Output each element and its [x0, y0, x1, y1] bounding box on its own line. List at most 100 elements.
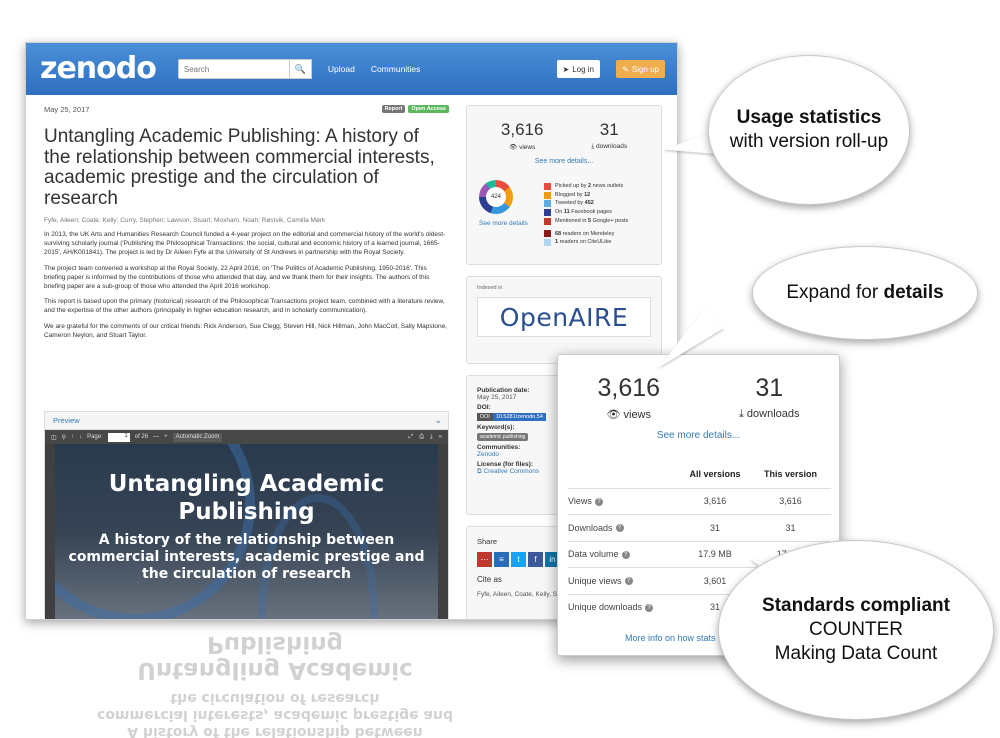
- standards-callout: Standards compliant COUNTER Making Data …: [718, 540, 994, 720]
- signup-button[interactable]: ✎ Sign up: [616, 60, 665, 78]
- record-title: Untangling Academic Publishing: A histor…: [44, 126, 435, 209]
- description-paragraph: In 2013, the UK Arts and Humanities Rese…: [44, 231, 446, 257]
- download-icon[interactable]: ⤓: [430, 434, 433, 441]
- tools-icon[interactable]: »: [439, 434, 442, 441]
- see-more-details-link[interactable]: See more details...: [477, 158, 651, 165]
- description-paragraph: We are grateful for the comments of our …: [44, 322, 448, 339]
- views-label-row: 👁 views: [501, 143, 544, 151]
- altmetric-text: Blogged by 12: [555, 191, 591, 198]
- openaire-logo[interactable]: OpenAIRE: [477, 297, 651, 337]
- license-text: Creative Commons: [483, 468, 540, 475]
- nav-communities[interactable]: Communities: [371, 64, 421, 74]
- altmetric-row: Picked up by 2 news outlets: [544, 182, 628, 191]
- prev-page-icon[interactable]: ↑: [71, 434, 74, 440]
- chevron-down-icon[interactable]: ⌄: [434, 415, 442, 426]
- altmetric-row: On 11 Facebook pages: [544, 208, 628, 217]
- record-authors: Fyfe, Aileen; Coate, Kelly; Curry, Steph…: [44, 217, 326, 224]
- callout-emphasis: details: [883, 282, 944, 303]
- pdf-toolbar-right: ⤢ ⎙ ⤓ »: [408, 434, 442, 441]
- zoom-out-icon[interactable]: —: [153, 434, 159, 440]
- pdf-toolbar: ◫ ⚲ ↑ ↓ Page: 1 of 26 — + Automatic Zoom…: [45, 430, 448, 444]
- page-number-input[interactable]: 1: [107, 432, 130, 442]
- row-label-cell: Views?: [568, 496, 680, 506]
- preview-label: Preview: [53, 416, 80, 425]
- altmetric-text: Mentioned in 5 Google+ posts: [555, 217, 629, 224]
- search-button[interactable]: 🔍: [289, 59, 312, 79]
- expand-details-callout: Expand for details: [752, 246, 978, 340]
- record-badges: Report Open Access: [381, 105, 449, 113]
- record-main: May 25, 2017 Report Open Access Untangli…: [44, 105, 449, 619]
- altmetric-row: 68 readers on Mendeley: [544, 230, 628, 239]
- all-versions-cell: 31: [709, 522, 720, 533]
- search-input[interactable]: [177, 59, 290, 79]
- more-info-link[interactable]: More info on how stats: [625, 633, 716, 643]
- preview-header[interactable]: Preview ⌄: [45, 412, 448, 430]
- facebook-icon[interactable]: f: [528, 552, 543, 567]
- row-label: Data volume: [568, 549, 619, 560]
- altmetric-row: Mentioned in 5 Google+ posts: [544, 217, 628, 226]
- fullscreen-icon[interactable]: ⤢: [408, 434, 413, 441]
- keyword-tag[interactable]: academic publishing: [477, 433, 529, 441]
- altmetric-legend: Picked up by 2 news outlets Blogged by 1…: [544, 182, 628, 247]
- table-row: Downloads? 31 31: [568, 514, 831, 541]
- next-page-icon[interactable]: ↓: [79, 434, 82, 440]
- signup-label: Sign up: [631, 64, 659, 74]
- pdf-viewer[interactable]: Untangling Academic Publishing A history…: [45, 444, 448, 619]
- twitter-icon[interactable]: t: [511, 552, 526, 567]
- download-icon: ⤓: [738, 408, 744, 420]
- description-paragraph: The project team convened a workshop at …: [44, 264, 430, 291]
- help-icon[interactable]: ?: [621, 550, 630, 559]
- stage: zenodo 🔍 Upload Communities ➤Log in ✎Sig…: [0, 0, 1000, 738]
- description-paragraph: This report is based upon the primary (h…: [44, 298, 445, 315]
- openaire-card: Indexed in OpenAIRE: [466, 276, 662, 364]
- this-version-cell: 3,616: [779, 496, 802, 507]
- help-icon[interactable]: ?: [594, 497, 603, 506]
- nav-upload[interactable]: Upload: [328, 64, 355, 74]
- altmetric-details-link[interactable]: See more details: [479, 220, 528, 227]
- zenodo-logo[interactable]: zenodo: [40, 54, 157, 84]
- download-icon: ⤓: [591, 143, 595, 150]
- reflection-title: Untangling Academic Publishing: [137, 631, 413, 683]
- callout-text-row: Expand for details: [786, 282, 943, 304]
- help-icon[interactable]: ?: [624, 577, 633, 586]
- altmetric-badge[interactable]: 424 See more details: [479, 180, 528, 227]
- altmetric-donut: 424: [479, 180, 513, 214]
- row-label-cell: Data volume?: [568, 549, 680, 559]
- help-icon[interactable]: ?: [615, 524, 624, 533]
- help-icon[interactable]: ?: [645, 603, 654, 612]
- legend-swatch: [544, 239, 551, 247]
- downloads-label: downloads: [596, 143, 628, 150]
- citeulike-icon[interactable]: ≡: [494, 552, 509, 567]
- print-icon[interactable]: ⎙: [419, 434, 424, 441]
- zoom-select[interactable]: Automatic Zoom: [172, 432, 223, 442]
- altmetric-score: 424: [486, 187, 506, 207]
- page-count: of 26: [134, 434, 149, 440]
- row-label: Unique views: [568, 575, 622, 586]
- row-label: Views: [568, 496, 592, 507]
- login-button[interactable]: ➤ Log in: [556, 60, 600, 78]
- doi-badge[interactable]: DOI 10.5281/zenodo.54: [477, 413, 546, 421]
- altmetric-text: Tweeted by 452: [555, 200, 594, 207]
- row-label-cell: Unique views?: [568, 576, 680, 586]
- table-row: Views? 3,616 3,616: [568, 487, 831, 515]
- legend-swatch: [544, 200, 551, 208]
- views-stat: 3,616 👁 views: [501, 120, 544, 151]
- open-access-badge: Open Access: [408, 105, 449, 113]
- details-see-more-link[interactable]: See more details...: [558, 430, 839, 441]
- callout-heading: Usage statistics: [736, 107, 882, 128]
- callout-text: with version roll-up: [729, 131, 889, 152]
- altmetric-text: On 11 Facebook pages: [555, 209, 612, 216]
- external-link-icon: ⧉: [477, 468, 482, 475]
- sidebar-toggle-icon[interactable]: ◫: [51, 434, 57, 441]
- mendeley-icon[interactable]: ⋯: [477, 552, 492, 567]
- cover-subtitle: A history of the relationship between co…: [68, 532, 425, 582]
- views-count: 3,616: [500, 120, 544, 139]
- column-header: All versions: [689, 469, 741, 480]
- details-views-stat: 3,616 👁 views: [597, 374, 660, 421]
- pdf-cover-page: Untangling Academic Publishing A history…: [55, 444, 438, 619]
- zoom-in-icon[interactable]: +: [164, 434, 168, 440]
- reflection-subtitle: A history of the relationship between co…: [97, 690, 453, 738]
- altmetric-text: Picked up by 2 news outlets: [555, 183, 624, 189]
- callout-text: COUNTER: [809, 619, 903, 640]
- find-icon[interactable]: ⚲: [62, 434, 66, 441]
